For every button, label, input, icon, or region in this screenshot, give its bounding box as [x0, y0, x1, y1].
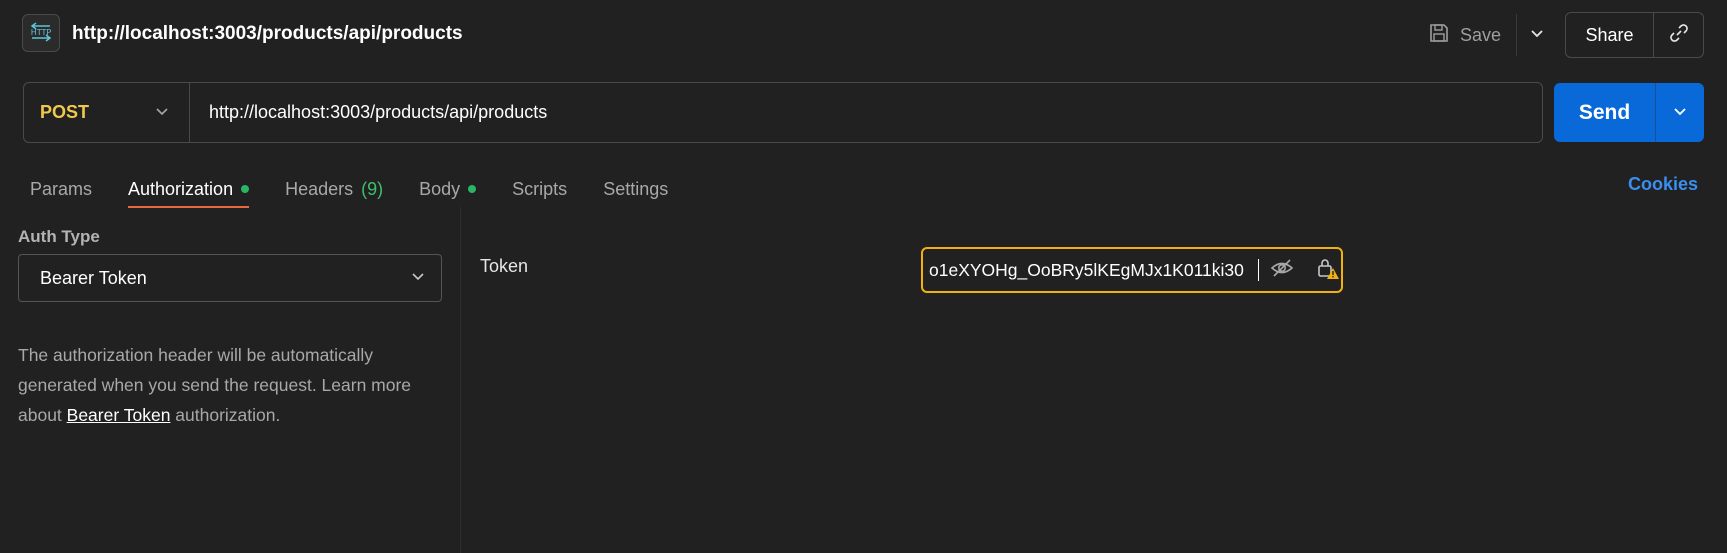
auth-desc-suffix: authorization.	[170, 405, 281, 425]
tab-label: Headers	[285, 178, 354, 199]
chevron-down-icon	[411, 269, 425, 287]
tab-count: (9)	[361, 178, 384, 199]
method-select[interactable]: POST	[24, 83, 190, 142]
chevron-down-icon	[155, 104, 169, 122]
save-divider	[1516, 14, 1517, 56]
send-group: Send	[1554, 83, 1704, 142]
save-icon	[1428, 22, 1450, 49]
send-options-button[interactable]	[1655, 83, 1704, 142]
tab-headers[interactable]: Headers (9)	[285, 172, 383, 206]
copy-link-button[interactable]	[1653, 13, 1703, 57]
bearer-token-link[interactable]: Bearer Token	[67, 405, 171, 425]
tab-scripts[interactable]: Scripts	[512, 172, 567, 206]
tab-authorization[interactable]: Authorization	[128, 172, 250, 208]
tab-label: Authorization	[128, 178, 234, 199]
chevron-down-icon	[1530, 26, 1544, 44]
http-request-icon: HTTP	[22, 14, 60, 52]
eye-off-icon	[1270, 258, 1294, 283]
pane-divider[interactable]	[460, 207, 461, 553]
auth-description: The authorization header will be automat…	[18, 340, 438, 430]
token-value: o1eXYOHg_OoBRy5lKEgMJx1K011ki30	[929, 259, 1244, 280]
tab-params[interactable]: Params	[30, 172, 92, 206]
request-title[interactable]: http://localhost:3003/products/api/produ…	[72, 23, 463, 45]
url-input[interactable]: http://localhost:3003/products/api/produ…	[190, 102, 547, 123]
vault-lock-button[interactable]	[1315, 256, 1341, 285]
share-group: Share	[1565, 12, 1704, 58]
tab-label: Settings	[603, 178, 669, 199]
status-dot	[241, 185, 250, 193]
tab-body[interactable]: Body	[419, 172, 477, 206]
token-input[interactable]: o1eXYOHg_OoBRy5lKEgMJx1K011ki30	[921, 247, 1343, 293]
status-dot	[468, 185, 477, 193]
tab-settings[interactable]: Settings	[603, 172, 668, 206]
cookies-link[interactable]: Cookies	[1628, 174, 1698, 195]
token-label: Token	[480, 256, 529, 276]
send-button[interactable]: Send	[1554, 101, 1655, 125]
toggle-visibility-button[interactable]	[1269, 258, 1295, 283]
tab-label: Scripts	[512, 178, 568, 199]
text-cursor	[1257, 259, 1260, 281]
link-icon	[1668, 22, 1690, 49]
save-button[interactable]: Save	[1428, 18, 1518, 52]
auth-type-select[interactable]: Bearer Token	[18, 254, 442, 302]
save-label: Save	[1460, 24, 1502, 45]
tab-label: Body	[419, 178, 461, 199]
chevron-down-icon	[1673, 104, 1687, 122]
tab-label: Params	[30, 178, 93, 199]
request-tabs: Params Authorization Headers (9) Body Sc…	[30, 172, 704, 208]
auth-type-label: Auth Type	[18, 227, 100, 246]
url-bar: POST http://localhost:3003/products/api/…	[23, 82, 1543, 143]
save-options-button[interactable]	[1522, 18, 1552, 52]
lock-warning-icon	[1316, 256, 1340, 285]
method-label: POST	[40, 102, 90, 122]
http-icon-text: HTTP	[31, 28, 52, 37]
auth-type-value: Bearer Token	[40, 267, 147, 288]
share-button[interactable]: Share	[1566, 25, 1653, 46]
